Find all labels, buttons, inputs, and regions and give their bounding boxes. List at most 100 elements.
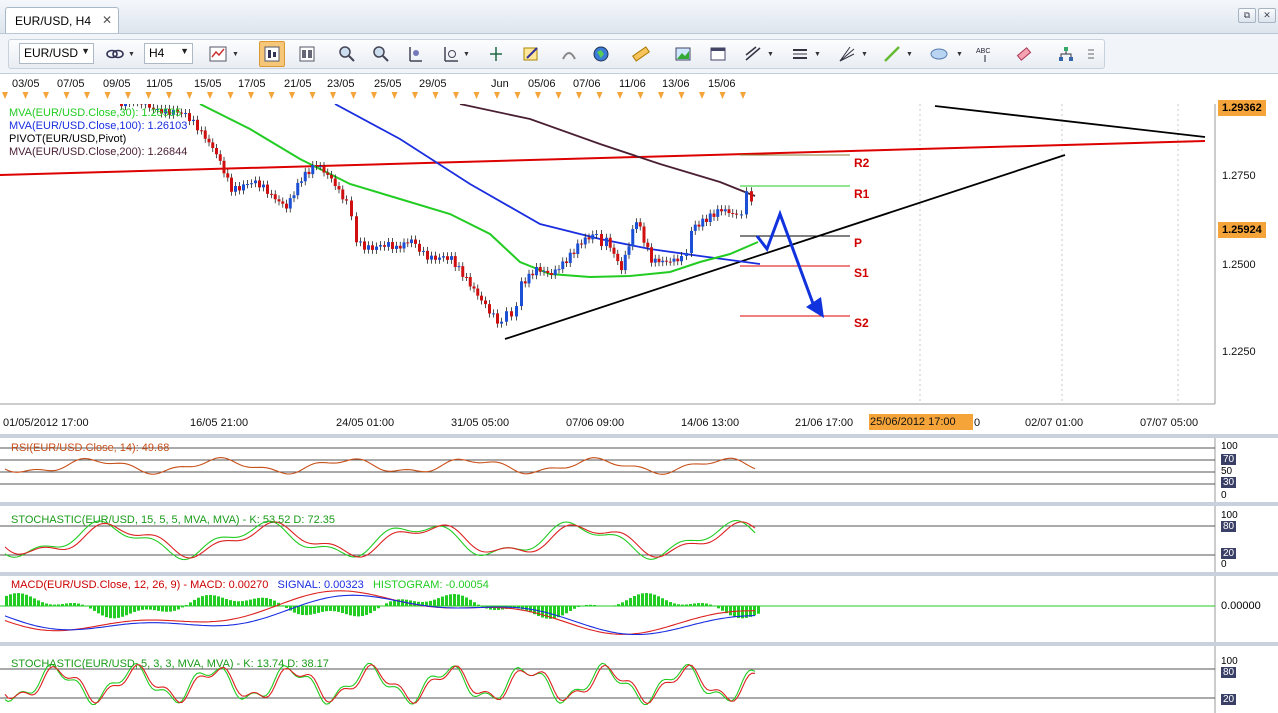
stoch2-title[interactable]: STOCHASTIC(EUR/USD, 5, 3, 3, MVA, MVA) -…	[11, 658, 329, 670]
event-marker-icon[interactable]	[227, 92, 234, 99]
event-marker-icon[interactable]	[289, 92, 295, 99]
signal-icon[interactable]	[558, 43, 580, 65]
event-marker-icon[interactable]	[84, 92, 90, 99]
event-marker-icon[interactable]	[104, 92, 111, 99]
chevron-down-icon[interactable]: ▼	[128, 51, 135, 58]
event-marker-icon[interactable]	[432, 92, 439, 99]
stoch1-scale-100: 100	[1221, 510, 1238, 521]
ruler-icon[interactable]	[630, 43, 652, 65]
edit-indicator-icon[interactable]	[520, 43, 542, 65]
macd-histogram-bar	[701, 603, 704, 606]
event-marker-icon[interactable]	[473, 92, 480, 99]
event-marker-icon[interactable]	[166, 92, 172, 99]
horizontal-lines-icon[interactable]	[789, 43, 811, 65]
event-marker-icon[interactable]	[596, 92, 603, 99]
macd-title[interactable]: MACD(EUR/USD.Close, 12, 26, 9) - MACD: 0…	[11, 579, 489, 591]
event-marker-icon[interactable]	[699, 92, 705, 99]
hierarchy-icon[interactable]	[1055, 43, 1077, 65]
table-view-icon[interactable]	[296, 43, 318, 65]
text-tool-icon[interactable]: ABC	[974, 43, 996, 65]
event-marker-icon[interactable]	[309, 92, 316, 99]
legend-ma100[interactable]: MVA(EUR/USD.Close,100): 1.26103	[9, 120, 187, 133]
chevron-down-icon[interactable]: ▼	[232, 51, 239, 58]
event-marker-icon[interactable]	[22, 92, 29, 99]
zoom-in-icon[interactable]	[336, 43, 358, 65]
crosshair-icon[interactable]	[485, 43, 507, 65]
event-marker-icon[interactable]	[658, 92, 664, 99]
trendline-tool-icon[interactable]	[742, 43, 764, 65]
event-marker-icon[interactable]	[2, 92, 8, 99]
event-marker-icon[interactable]	[268, 92, 275, 99]
stoch1-title[interactable]: STOCHASTIC(EUR/USD, 15, 5, 5, MVA, MVA) …	[11, 514, 335, 526]
event-marker-icon[interactable]	[248, 92, 254, 99]
macd-histogram-bar	[449, 594, 452, 606]
chart-type-icon[interactable]	[207, 43, 229, 65]
event-marker-icon[interactable]	[494, 92, 500, 99]
chart-area[interactable]: 03/05 07/05 09/05 11/05 15/05 17/05 21/05 23/05…	[0, 74, 1278, 713]
legend-pivot[interactable]: PIVOT(EUR/USD,Pivot)	[9, 133, 187, 146]
close-window-button[interactable]: ✕	[1258, 8, 1276, 23]
event-marker-icon[interactable]	[555, 92, 562, 99]
event-marker-icon[interactable]	[412, 92, 418, 99]
event-marker-icon[interactable]	[63, 92, 70, 99]
event-marker-icon[interactable]	[637, 92, 644, 99]
ellipse-tool-icon[interactable]	[928, 43, 950, 65]
timeframe-select[interactable]: H4 ▼	[144, 43, 193, 64]
candle-body	[620, 261, 623, 271]
symbol-select[interactable]: EUR/USD ▼	[19, 43, 94, 64]
event-marker-icon[interactable]	[391, 92, 398, 99]
event-marker-icon[interactable]	[453, 92, 459, 99]
event-marker-icon[interactable]	[740, 92, 746, 99]
event-marker-icon[interactable]	[576, 92, 582, 99]
event-marker-icon[interactable]	[678, 92, 685, 99]
event-marker-icon[interactable]	[719, 92, 726, 99]
candle-body	[359, 241, 362, 243]
image-icon[interactable]	[672, 43, 694, 65]
macd-histogram-bar	[169, 606, 172, 612]
restore-window-button[interactable]: ⧉	[1238, 8, 1256, 23]
chevron-down-icon[interactable]: ▼	[767, 51, 774, 58]
event-marker-icon[interactable]	[207, 92, 213, 99]
eraser-icon[interactable]	[1013, 43, 1035, 65]
chevron-down-icon[interactable]: ▼	[906, 51, 913, 58]
candle-body	[266, 184, 269, 194]
event-marker-icon[interactable]	[43, 92, 49, 99]
macd-histogram-bar	[617, 604, 620, 606]
chevron-down-icon[interactable]: ▼	[463, 51, 470, 58]
event-marker-icon[interactable]	[371, 92, 377, 99]
close-icon[interactable]: ✕	[102, 13, 112, 27]
chart-tab[interactable]: EUR/USD, H4 ✕	[5, 7, 119, 33]
stoch1-scale-80: 80	[1221, 521, 1237, 532]
indicator-panels[interactable]	[0, 434, 1278, 713]
event-marker-icon[interactable]	[535, 92, 541, 99]
event-marker-icon[interactable]	[617, 92, 623, 99]
candle-view-icon[interactable]	[259, 41, 285, 67]
window-icon[interactable]	[707, 43, 729, 65]
zoom-out-icon[interactable]	[370, 43, 392, 65]
event-marker-icon[interactable]	[186, 92, 193, 99]
fan-tool-icon[interactable]	[836, 43, 858, 65]
event-marker-icon[interactable]	[330, 92, 336, 99]
candle-body	[242, 184, 245, 191]
event-marker-icon[interactable]	[350, 92, 357, 99]
draw-line-icon[interactable]	[881, 43, 903, 65]
zoom-area-icon[interactable]	[440, 43, 462, 65]
candle-body	[450, 256, 453, 260]
candle-body	[367, 245, 370, 250]
link-chart-icon[interactable]	[104, 43, 126, 65]
event-marker-icon[interactable]	[514, 92, 521, 99]
macd-histogram-bar	[369, 606, 372, 614]
chevron-down-icon[interactable]: ▼	[814, 51, 821, 58]
event-marker-icon[interactable]	[125, 92, 131, 99]
rsi-title[interactable]: RSI(EUR/USD.Close, 14): 49.68	[11, 442, 169, 454]
bottom-date-label: 02/07 01:00	[1025, 417, 1083, 429]
legend-ma200[interactable]: MVA(EUR/USD.Close,200): 1.26844	[9, 146, 187, 159]
more-options-icon[interactable]	[1084, 43, 1098, 65]
event-marker-icon[interactable]	[145, 92, 152, 99]
chevron-down-icon[interactable]: ▼	[956, 51, 963, 58]
chevron-down-icon[interactable]: ▼	[861, 51, 868, 58]
legend-ma30[interactable]: MVA(EUR/USD.Close,30): 1.25595	[9, 107, 187, 120]
scroll-icon[interactable]	[404, 43, 426, 65]
price-panel[interactable]: 1.2750 1.2500 1.2250 R2 R1 P S1 S2 01/05…	[0, 104, 1278, 434]
globe-icon[interactable]	[590, 43, 612, 65]
